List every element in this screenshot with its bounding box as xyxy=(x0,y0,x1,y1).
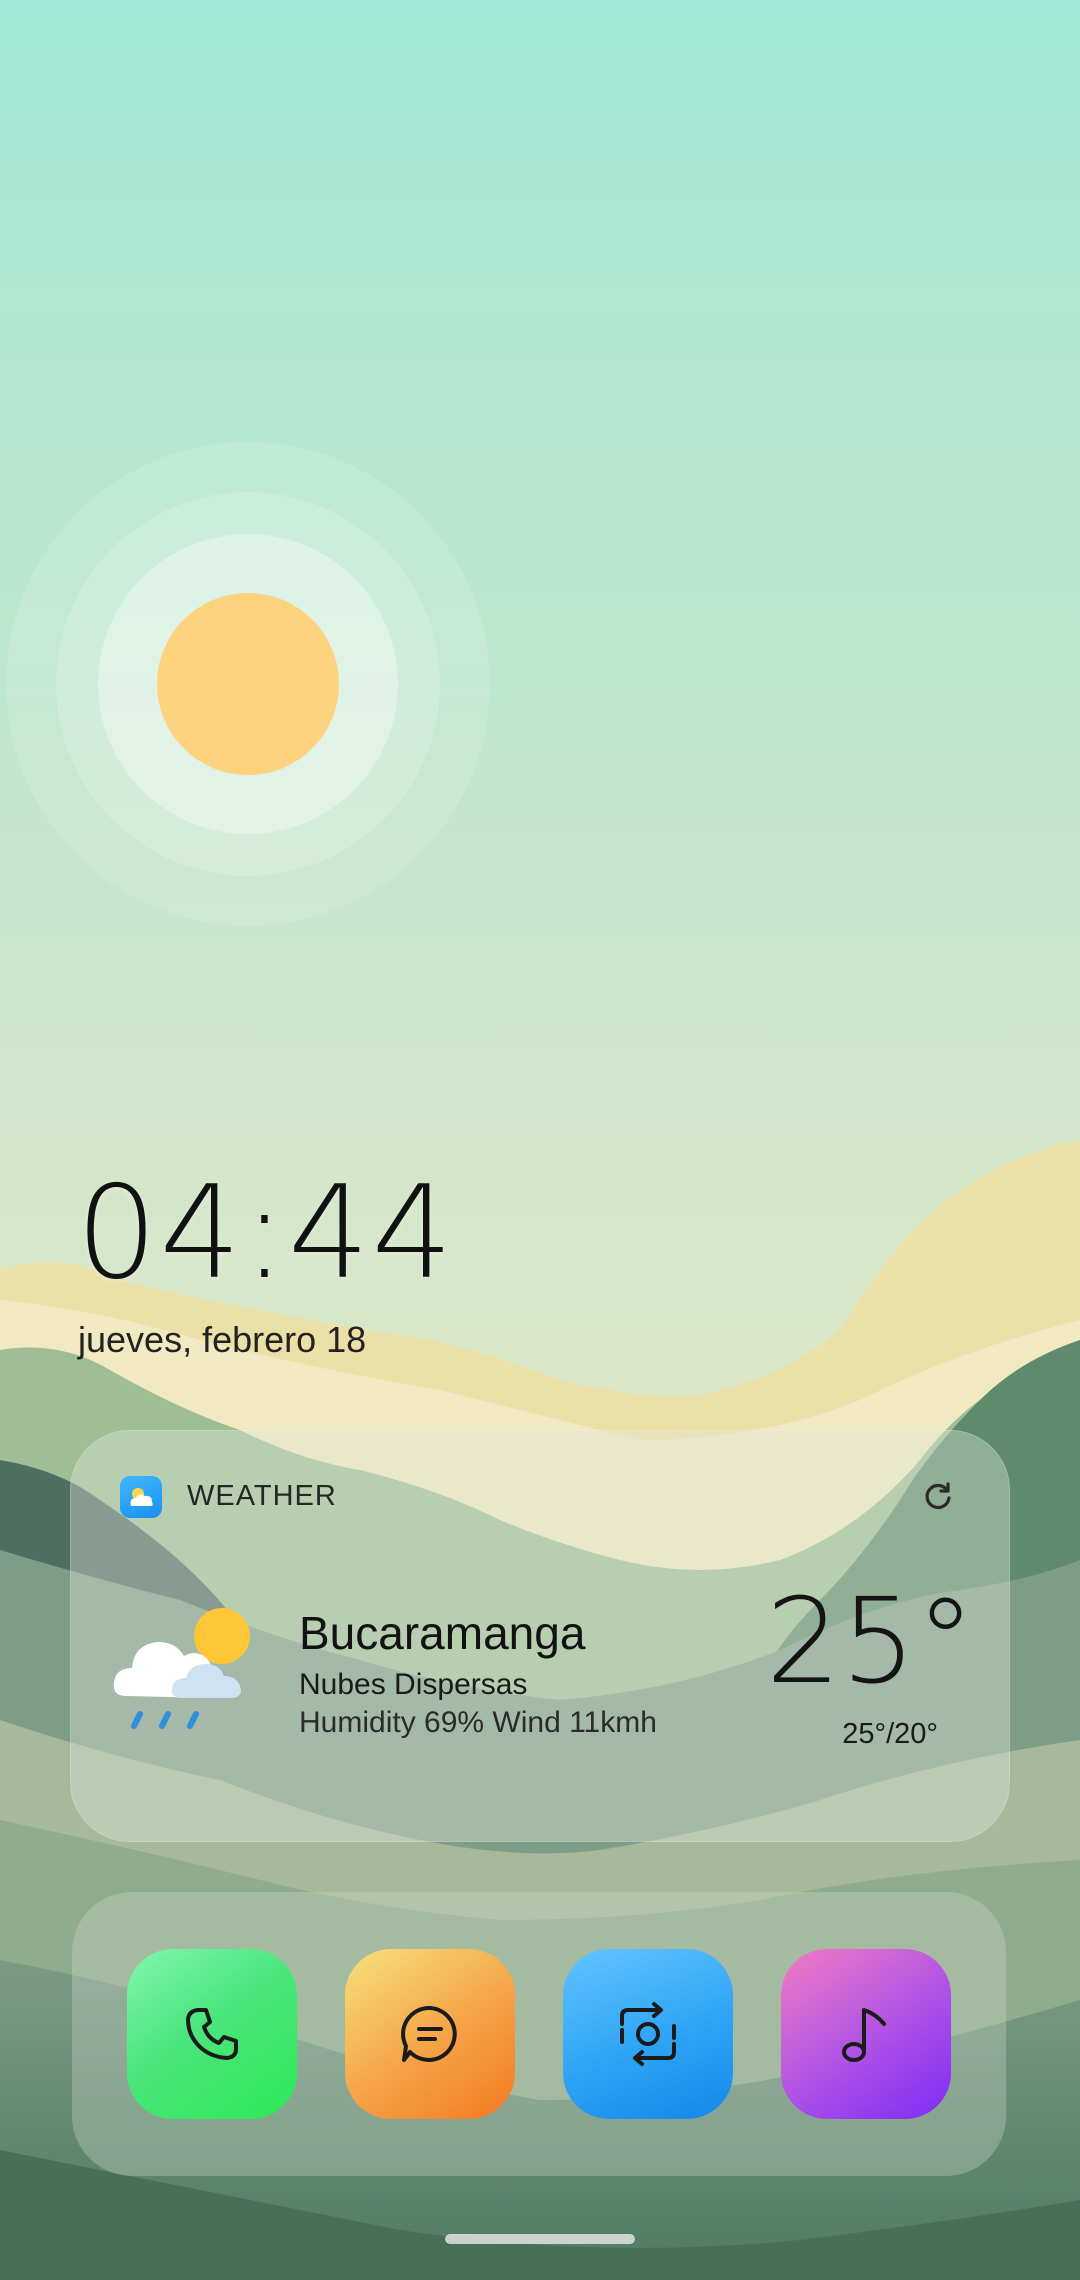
weather-details: Humidity 69% Wind 11kmh xyxy=(299,1706,657,1739)
sun-illustration xyxy=(6,442,490,926)
music-icon xyxy=(842,2008,886,2062)
lockscreen-date: jueves, febrero 18 xyxy=(78,1319,367,1360)
lockscreen-clock: 04:44 xyxy=(76,1159,455,1308)
home-indicator[interactable] xyxy=(445,2234,635,2244)
weather-temperature: 25° xyxy=(765,1572,975,1710)
phone-app-button[interactable] xyxy=(127,1949,297,2119)
refresh-button[interactable] xyxy=(916,1474,960,1518)
weather-widget[interactable]: WEATHER Bucaramanga Nubes Dispersas Humi… xyxy=(70,1430,1010,1842)
cloud-sun-rain-icon xyxy=(113,1608,250,1729)
refresh-icon xyxy=(925,1482,951,1510)
phone-icon xyxy=(186,2008,238,2060)
camera-app-button[interactable] xyxy=(563,1949,733,2119)
weather-city: Bucaramanga xyxy=(299,1607,586,1659)
message-icon xyxy=(401,2005,457,2062)
weather-condition: Nubes Dispersas xyxy=(299,1668,528,1701)
messages-app-button[interactable] xyxy=(345,1949,515,2119)
music-app-button[interactable] xyxy=(781,1949,951,2119)
app-dock xyxy=(72,1892,1006,2176)
camera-icon xyxy=(620,2002,676,2066)
weather-app-icon xyxy=(120,1476,162,1518)
weather-temperature-range: 25°/20° xyxy=(842,1718,938,1750)
weather-widget-label: WEATHER xyxy=(187,1480,337,1512)
